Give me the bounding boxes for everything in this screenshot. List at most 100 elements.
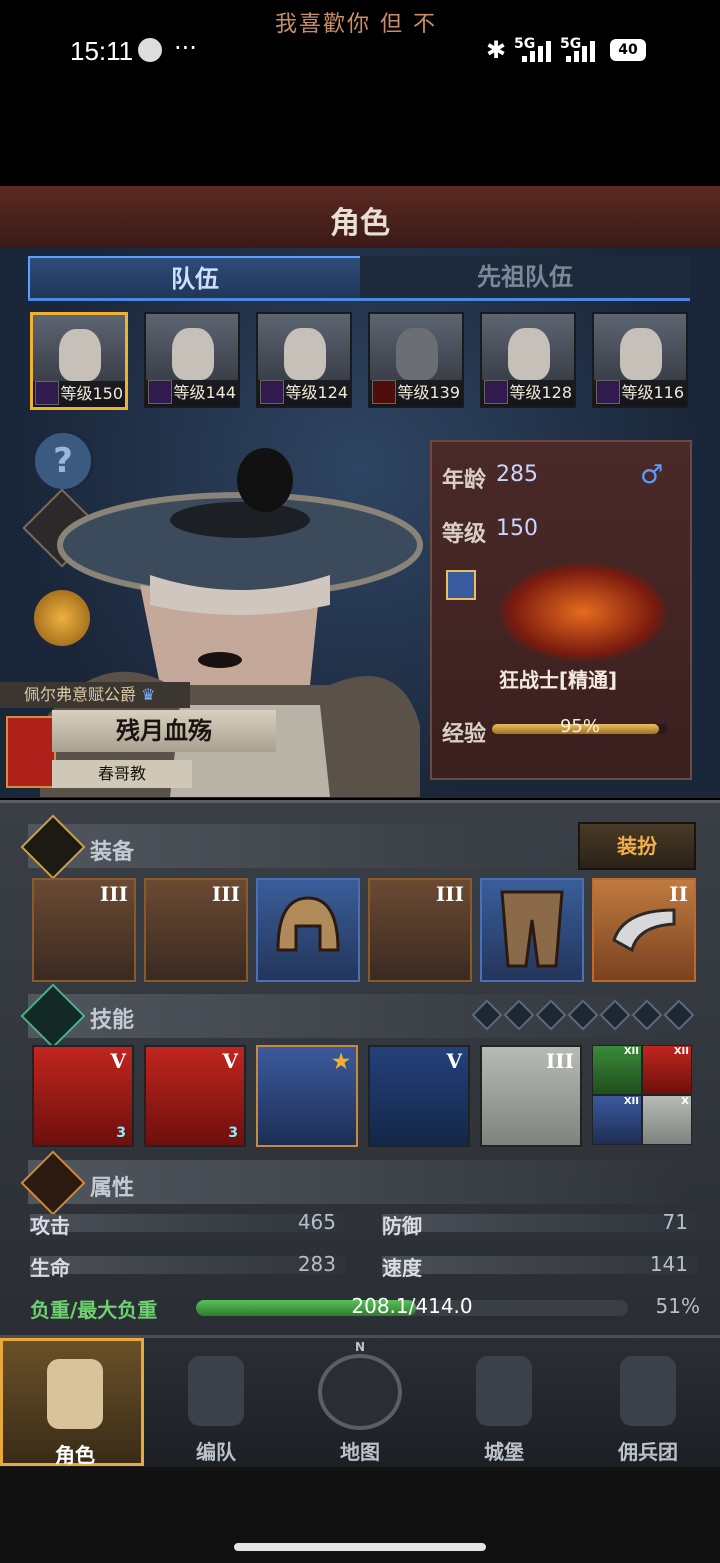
avatar [172, 328, 214, 380]
battery-icon: 40 [610, 39, 646, 61]
page-title: 角色 [330, 206, 390, 241]
team-member-3[interactable]: 等级124 [256, 312, 352, 408]
skill-badge: 3 [116, 1125, 126, 1141]
nav-mercenaries[interactable]: 佣兵团 [576, 1338, 720, 1466]
passive-tier: XII [673, 1046, 689, 1057]
passive-tier: XII [623, 1096, 639, 1107]
passive-skill-3[interactable]: XII [592, 1095, 642, 1145]
skills-title: 技能 [90, 1008, 135, 1033]
helmet-icon [188, 1356, 244, 1426]
load-label: 负重/最大负重 [30, 1298, 158, 1322]
avatar [396, 328, 438, 380]
equipment-tier: III [99, 882, 128, 906]
skill-tier: V [110, 1049, 126, 1073]
gender-icon: ♂ [640, 460, 664, 490]
passive-skill-1[interactable]: XII [592, 1045, 642, 1095]
level-value: 150 [496, 516, 538, 541]
skill-star-icon: ★ [332, 1049, 350, 1073]
passive-skill-4[interactable]: X [642, 1095, 692, 1145]
knight-icon [47, 1359, 103, 1429]
team-member-1[interactable]: 等级150 [30, 312, 128, 410]
nav-label: 佣兵团 [618, 1440, 678, 1464]
skill-5[interactable]: III [480, 1045, 582, 1147]
more-icon: ··· [174, 34, 197, 62]
clock: 15:11 [70, 36, 134, 66]
crown-icon: ♛ [141, 685, 156, 704]
nav-character[interactable]: 角色 [0, 1338, 144, 1467]
exp-percent: 95% [559, 716, 600, 737]
team-member-4[interactable]: 等级139 [368, 312, 464, 408]
boots-icon [500, 890, 564, 968]
member-level: 等级144 [146, 380, 238, 406]
nav-label: 地图 [340, 1440, 380, 1464]
defense-value: 71 [662, 1210, 688, 1234]
signal-icon-2 [564, 40, 598, 62]
exp-label: 经验 [442, 722, 487, 747]
hp-label: 生命 [30, 1256, 70, 1280]
load-percent: 51% [655, 1294, 700, 1318]
member-level: 等级139 [370, 380, 462, 406]
passive-skill-2[interactable]: XII [642, 1045, 692, 1095]
equipment-tier: III [435, 882, 464, 906]
skill-tier: III [545, 1049, 574, 1073]
equipment-tier: II [669, 882, 688, 906]
passive-tier: XII [623, 1046, 639, 1057]
nav-formation[interactable]: 编队 [144, 1338, 288, 1466]
character-name[interactable]: 残月血殇 [52, 710, 276, 752]
skill-badge: 3 [228, 1125, 238, 1141]
hp-value: 283 [297, 1252, 336, 1276]
member-level: 等级116 [594, 380, 686, 406]
equipment-slot-helmet[interactable] [256, 878, 360, 982]
lyric-marquee: 我喜歡你 但 不 [275, 12, 437, 37]
team-member-5[interactable]: 等级128 [480, 312, 576, 408]
castle-icon [476, 1356, 532, 1426]
equipment-slot-2[interactable]: III [144, 878, 248, 982]
skill-4[interactable]: V [368, 1045, 470, 1147]
equipment-tier: III [211, 882, 240, 906]
nav-castle[interactable]: 城堡 [432, 1338, 576, 1466]
dress-up-button[interactable]: 装扮 [578, 822, 696, 870]
nav-map[interactable]: N 地图 [288, 1338, 432, 1466]
nav-label: 编队 [196, 1440, 236, 1464]
class-name: 狂战士[精通] [498, 668, 618, 692]
equipment-slot-1[interactable]: III [32, 878, 136, 982]
skill-tier: V [222, 1049, 238, 1073]
skill-3[interactable]: ★ [256, 1045, 358, 1147]
level-label: 等级 [442, 522, 487, 547]
member-level: 等级150 [33, 381, 125, 407]
team-member-6[interactable]: 等级116 [592, 312, 688, 408]
tab-underline [28, 298, 690, 301]
noble-title-text: 佩尔弗意赋公爵 [24, 685, 137, 704]
avatar [620, 328, 662, 380]
attributes-title: 属性 [90, 1176, 135, 1201]
equipment-title: 装备 [90, 840, 135, 865]
speed-label: 速度 [382, 1256, 422, 1280]
home-indicator[interactable] [234, 1543, 486, 1551]
tab-team[interactable]: 队伍 [28, 256, 362, 300]
guild-banner-icon [6, 716, 56, 788]
class-icon[interactable] [446, 570, 476, 600]
skill-1[interactable]: V3 [32, 1045, 134, 1147]
attack-label: 攻击 [30, 1214, 70, 1238]
nav-label: 城堡 [484, 1440, 524, 1464]
bluetooth-icon: ✱ [486, 36, 507, 64]
team-member-2[interactable]: 等级144 [144, 312, 240, 408]
compass-icon [318, 1354, 402, 1430]
load-value: 208.1/414.0 [351, 1294, 473, 1318]
avatar [284, 328, 326, 380]
passive-tier: X [681, 1096, 689, 1107]
speed-value: 141 [649, 1252, 688, 1276]
notification-icon [138, 38, 162, 62]
tab-ancestor-team[interactable]: 先祖队伍 [360, 256, 690, 298]
age-value: 285 [496, 462, 538, 487]
noble-title: 佩尔弗意赋公爵 ♛ [0, 682, 190, 708]
equipment-slot-armor[interactable]: III [368, 878, 472, 982]
avatar [508, 328, 550, 380]
member-level: 等级128 [482, 380, 574, 406]
member-level: 等级124 [258, 380, 350, 406]
nav-label: 角色 [55, 1443, 95, 1467]
equipment-slot-trinket[interactable]: II [592, 878, 696, 982]
defense-label: 防御 [382, 1214, 422, 1238]
skill-2[interactable]: V3 [144, 1045, 246, 1147]
equipment-slot-legs[interactable] [480, 878, 584, 982]
